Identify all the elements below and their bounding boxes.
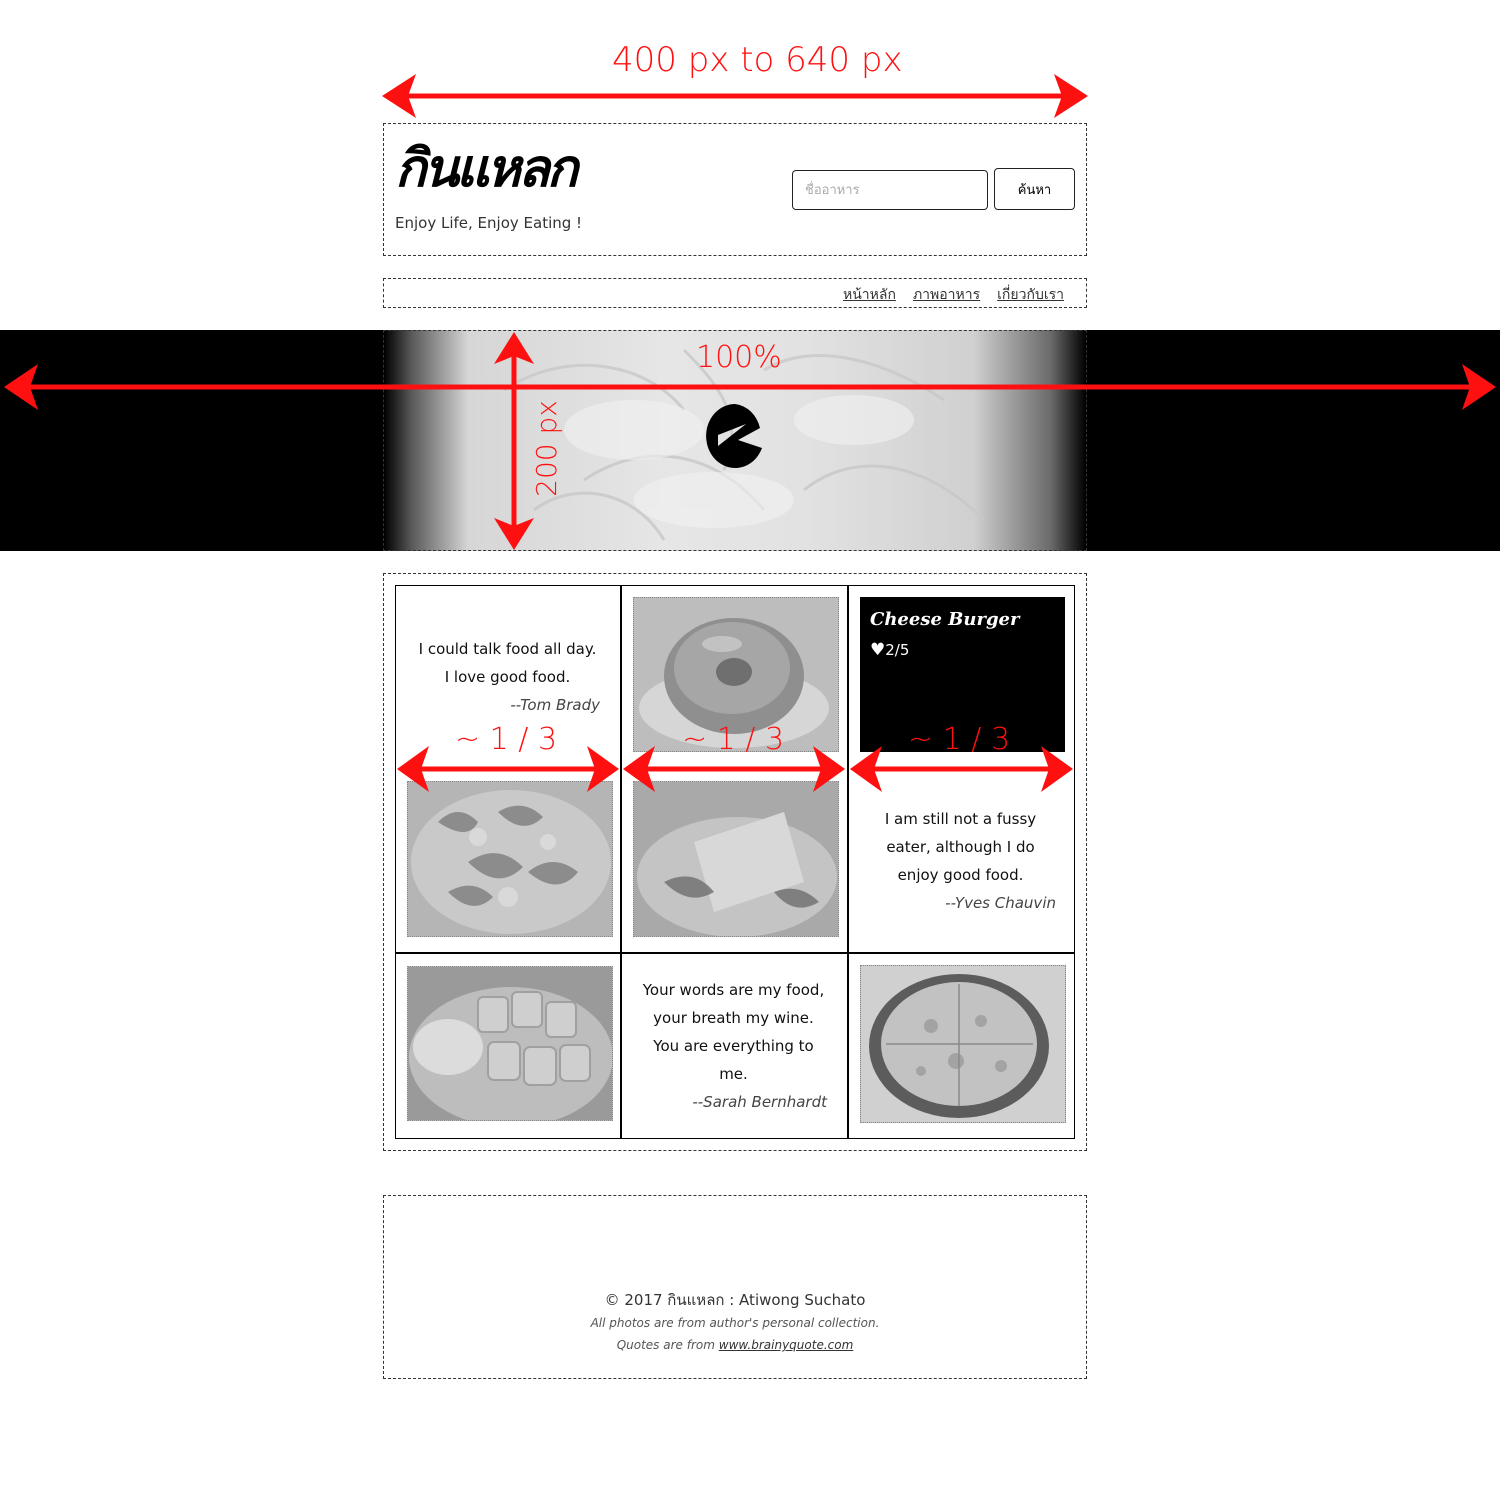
quote-line: enjoy good food. [897,866,1024,884]
quote-author: --Tom Brady [510,696,600,714]
quote-sarah-bernhardt: Your words are my food, your breath my w… [626,976,841,1116]
featured-likes: 2/5 [885,641,910,659]
nav-item-gallery[interactable]: ภาพอาหาร [913,284,980,306]
grid-divider [847,585,849,1139]
annotation-hero-height: 200 px [529,400,563,497]
site-tagline: Enjoy Life, Enjoy Eating ! [395,214,583,232]
site-logo[interactable]: กินแหลก [395,143,578,195]
quote-line: me. [719,1065,748,1083]
quote-line: Your words are my food, [642,981,825,999]
heart-icon: ♥ [870,639,886,660]
photo-pizza[interactable] [860,965,1066,1123]
annotation-column-3: ~ 1 / 3 [908,722,1011,757]
annotation-column-1: ~ 1 / 3 [455,722,558,757]
annotation-width-arrow [382,74,1088,118]
search-button[interactable]: ค้นหา [994,168,1075,210]
grid-divider [620,585,622,1139]
footer-quotes-prefix: Quotes are from [616,1338,719,1352]
quote-tom-brady: I could talk food all day. I love good f… [400,635,615,719]
annotation-column-2: ~ 1 / 3 [682,722,785,757]
quote-author: --Yves Chauvin [945,894,1056,912]
quote-line: your breath my wine. [653,1009,814,1027]
nav-item-about[interactable]: เกี่ยวกับเรา [997,284,1064,306]
footer-photos-note: All photos are from author's personal co… [590,1316,880,1330]
quote-author: --Sarah Bernhardt [692,1093,827,1111]
photo-crepe-plate[interactable] [633,781,839,937]
quote-line: You are everything to [653,1037,814,1055]
featured-likes-row: ♥ 2/5 [870,641,909,659]
quote-line: I could talk food all day. [418,640,597,658]
footer-copyright: © 2017 กินแหลก : Atiwong Suchato [604,1291,866,1309]
featured-title: Cheese Burger [870,609,1020,630]
annotation-hero-width: 100% [696,340,782,375]
quote-line: I love good food. [444,668,571,686]
footer-quotes-link[interactable]: www.brainyquote.com [719,1338,854,1352]
quote-line: eater, although I do [886,838,1035,856]
quote-line: I am still not a fussy [884,810,1037,828]
main-nav: หน้าหลัก ภาพอาหาร เกี่ยวกับเรา [843,284,1064,306]
search-input[interactable] [792,170,988,210]
photo-mango-sticky-rice[interactable] [407,966,613,1121]
grid-divider [395,952,1075,954]
footer-quotes-note: Quotes are from www.brainyquote.com [384,1338,1086,1352]
photo-fried-dish[interactable] [407,781,613,937]
quote-yves-chauvin: I am still not a fussy eater, although I… [853,805,1068,917]
nav-item-home[interactable]: หน้าหลัก [843,284,896,306]
